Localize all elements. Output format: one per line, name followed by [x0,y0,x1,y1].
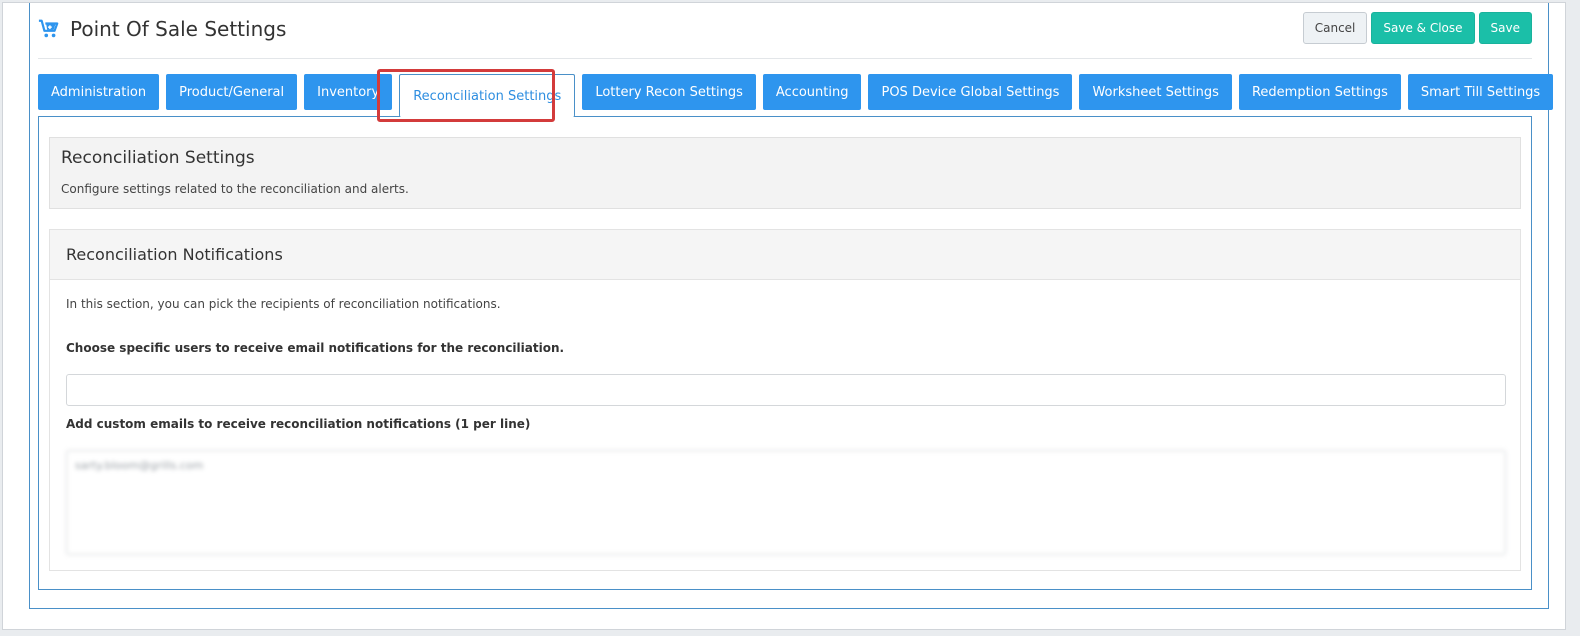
header-actions: Cancel Save & Close Save [1302,12,1532,44]
section-intro: Reconciliation Settings Configure settin… [49,137,1521,209]
save-button[interactable]: Save [1478,12,1532,44]
tab-accounting[interactable]: Accounting [762,74,862,110]
cancel-button[interactable]: Cancel [1302,12,1368,44]
page-title: Point Of Sale Settings [70,17,287,41]
notifications-heading: Reconciliation Notifications [50,230,1520,280]
tab-administration[interactable]: Administration [38,74,160,110]
custom-emails-textarea[interactable]: <span></span> [66,450,1506,555]
tab-lottery-recon-settings[interactable]: Lottery Recon Settings [582,74,756,110]
tab-redemption-settings[interactable]: Redemption Settings [1238,74,1401,110]
tab-smart-till-settings[interactable]: Smart Till Settings [1407,74,1554,110]
section-description: Configure settings related to the reconc… [61,182,409,196]
cart-plus-icon [38,19,59,38]
notifications-description: In this section, you can pick the recipi… [66,297,501,311]
tab-pos-device-global-settings[interactable]: POS Device Global Settings [868,74,1073,110]
tab-content-panel: Reconciliation Settings Configure settin… [38,116,1532,590]
emails-field-label: Add custom emails to receive reconciliat… [66,417,531,431]
tab-product-general[interactable]: Product/General [166,74,298,110]
header-divider [38,58,1532,59]
tab-reconciliation-settings[interactable]: Reconciliation Settings [399,74,576,117]
tab-inventory[interactable]: Inventory [304,74,393,110]
notifications-panel: Reconciliation Notifications In this sec… [49,229,1521,571]
tab-worksheet-settings[interactable]: Worksheet Settings [1079,74,1232,110]
page-header: Point Of Sale Settings [38,14,286,44]
settings-tabs: Administration Product/General Inventory… [38,74,1554,117]
users-select-input[interactable] [66,374,1506,406]
section-title: Reconciliation Settings [61,148,255,168]
save-and-close-button[interactable]: Save & Close [1371,12,1475,44]
users-field-label: Choose specific users to receive email n… [66,341,565,355]
